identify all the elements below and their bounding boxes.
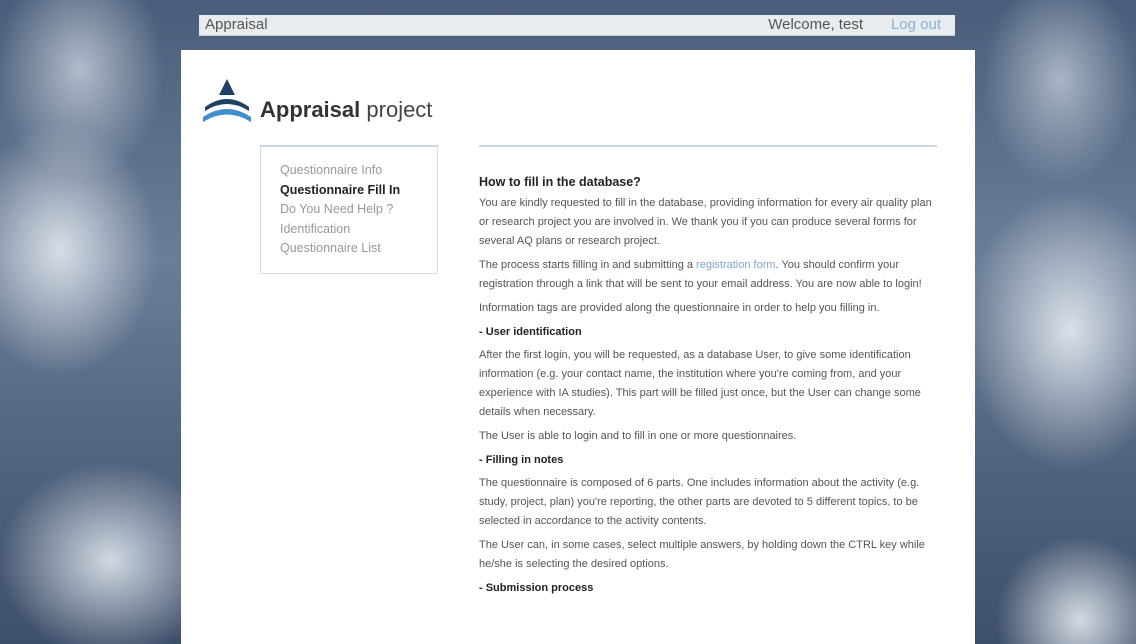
sidenav-item-identification[interactable]: Identification — [280, 220, 437, 240]
registration-form-link[interactable]: registration form — [696, 259, 775, 271]
welcome-text: Welcome, test — [768, 16, 863, 33]
brand-bold: Appraisal — [260, 97, 361, 122]
heading-user-identification: - User identification — [479, 326, 582, 338]
heading-filling-notes: - Filling in notes — [479, 454, 564, 466]
heading-submission-process: - Submission process — [479, 582, 594, 594]
sidenav-item-questionnaire-fill-in[interactable]: Questionnaire Fill In — [280, 181, 437, 201]
paragraph-registration: The process starts filling in and submit… — [479, 256, 937, 294]
paragraph-questionnaire-parts: The questionnaire is composed of 6 parts… — [479, 477, 920, 527]
main-panel: Appraisal project Questionnaire Info Que… — [181, 50, 975, 644]
paragraph-intro: You are kindly requested to fill in the … — [479, 197, 932, 247]
logout-link[interactable]: Log out — [891, 16, 941, 33]
paragraph-info-tags: Information tags are provided along the … — [479, 302, 880, 314]
paragraph-user-identification: After the first login, you will be reque… — [479, 349, 921, 418]
paragraph-login: The User is able to login and to fill in… — [479, 430, 797, 442]
sidenav-item-questionnaire-list[interactable]: Questionnaire List — [280, 239, 437, 259]
appraisal-logo-icon — [203, 79, 251, 122]
sidenav-item-questionnaire-info[interactable]: Questionnaire Info — [280, 161, 437, 181]
content-title: How to fill in the database? — [479, 175, 641, 189]
side-navigation: Questionnaire Info Questionnaire Fill In… — [260, 145, 438, 274]
brand-light: project — [366, 97, 433, 122]
help-content: How to fill in the database? You are kin… — [479, 145, 937, 602]
paragraph-multiple-answers: The User can, in some cases, select mult… — [479, 539, 925, 570]
registration-text-before: The process starts filling in and submit… — [479, 259, 697, 271]
top-bar: Appraisal Welcome, test Log out — [199, 15, 955, 36]
sidenav-item-help[interactable]: Do You Need Help ? — [280, 200, 437, 220]
app-name: Appraisal — [205, 16, 268, 33]
brand-title: Appraisal project — [260, 97, 432, 123]
